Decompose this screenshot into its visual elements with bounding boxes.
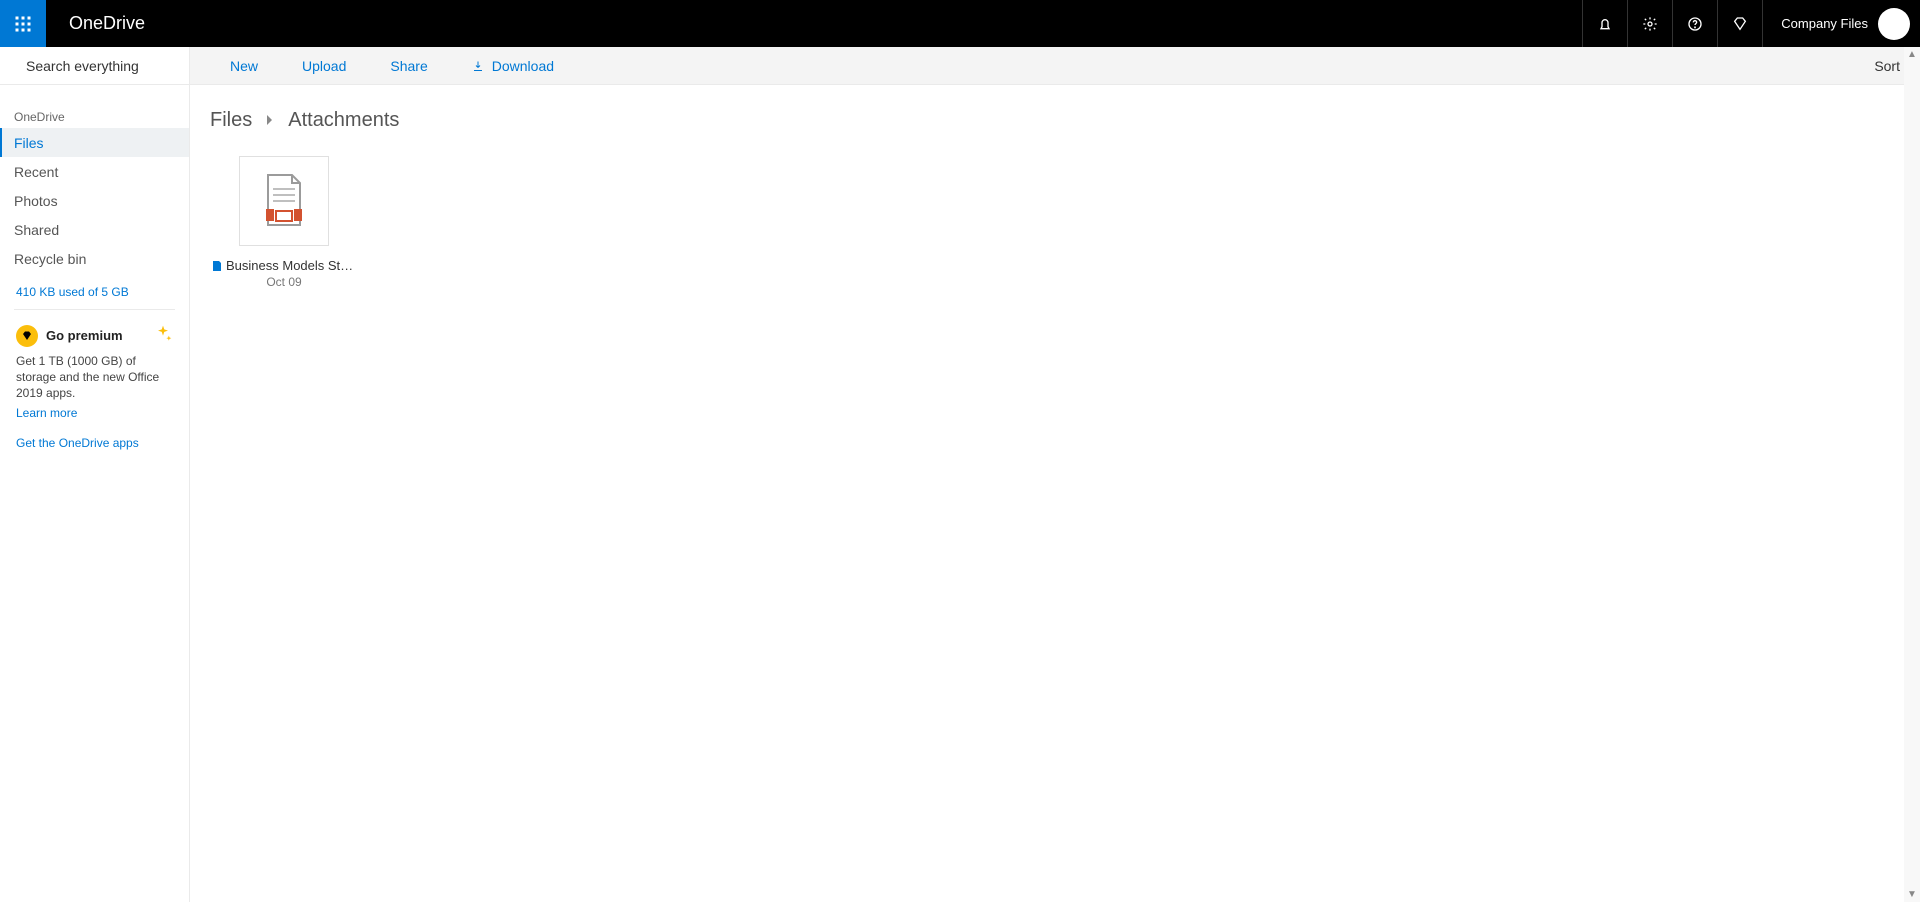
file-title-line: Business Models Strate… bbox=[210, 258, 358, 273]
upload-button[interactable]: Upload bbox=[302, 58, 346, 74]
account-label: Company Files bbox=[1781, 16, 1868, 31]
sidebar: OneDrive Files Recent Photos Shared Recy… bbox=[0, 47, 190, 902]
premium-diamond-icon bbox=[16, 325, 38, 347]
waffle-icon bbox=[14, 15, 32, 33]
sidebar-item-shared[interactable]: Shared bbox=[0, 215, 189, 244]
sidebar-item-label: Recent bbox=[14, 164, 58, 180]
share-label: Share bbox=[390, 58, 427, 74]
download-icon bbox=[472, 60, 484, 72]
file-name: Business Models Strate… bbox=[226, 258, 356, 273]
help-icon bbox=[1687, 16, 1703, 32]
body-area: OneDrive Files Recent Photos Shared Recy… bbox=[0, 47, 1920, 902]
notifications-button[interactable] bbox=[1582, 0, 1627, 47]
help-button[interactable] bbox=[1672, 0, 1717, 47]
search-input[interactable] bbox=[26, 58, 207, 74]
avatar bbox=[1878, 8, 1910, 40]
settings-button[interactable] bbox=[1627, 0, 1672, 47]
sidebar-item-files[interactable]: Files bbox=[0, 128, 189, 157]
sidebar-item-label: Shared bbox=[14, 222, 59, 238]
file-grid: Business Models Strate… Oct 09 bbox=[210, 156, 1900, 289]
new-button[interactable]: New bbox=[230, 58, 258, 74]
file-type-icon bbox=[212, 260, 222, 272]
get-apps-link[interactable]: Get the OneDrive apps bbox=[16, 436, 139, 450]
new-label: New bbox=[230, 58, 258, 74]
content-area: Files Attachments bbox=[190, 85, 1920, 902]
app-launcher-button[interactable] bbox=[0, 0, 47, 47]
scrollbar[interactable]: ▲ ▼ bbox=[1904, 47, 1920, 902]
sidebar-item-recycle-bin[interactable]: Recycle bin bbox=[0, 244, 189, 273]
breadcrumb-root[interactable]: Files bbox=[210, 109, 252, 132]
get-apps-row: Get the OneDrive apps bbox=[0, 430, 189, 452]
premium-learn-more-link[interactable]: Learn more bbox=[16, 406, 173, 420]
download-label: Download bbox=[492, 58, 554, 74]
top-bar: OneDrive Company Files bbox=[0, 0, 1920, 47]
sidebar-item-label: Files bbox=[14, 135, 44, 151]
bell-icon bbox=[1597, 16, 1613, 32]
file-date: Oct 09 bbox=[210, 275, 358, 289]
breadcrumb: Files Attachments bbox=[210, 109, 1900, 132]
share-button[interactable]: Share bbox=[390, 58, 427, 74]
premium-block: Go premium Get 1 TB (1000 GB) of storage… bbox=[0, 310, 189, 430]
breadcrumb-current: Attachments bbox=[288, 109, 399, 132]
scroll-down-icon[interactable]: ▼ bbox=[1907, 889, 1917, 900]
command-bar: New Upload Share Download Sort bbox=[190, 47, 1920, 85]
powerpoint-file-icon bbox=[260, 173, 308, 229]
premium-description: Get 1 TB (1000 GB) of storage and the ne… bbox=[16, 353, 173, 402]
app-title: OneDrive bbox=[47, 0, 167, 47]
top-bar-spacer bbox=[167, 0, 1582, 47]
upload-label: Upload bbox=[302, 58, 346, 74]
sidebar-item-label: Photos bbox=[14, 193, 58, 209]
scroll-up-icon[interactable]: ▲ bbox=[1907, 49, 1917, 60]
right-pane: New Upload Share Download Sort Files bbox=[190, 47, 1920, 902]
premium-heading: Go premium bbox=[16, 324, 173, 347]
sort-label: Sort bbox=[1874, 58, 1900, 74]
sparkle-icon bbox=[153, 324, 173, 347]
chevron-right-icon bbox=[266, 109, 274, 132]
sidebar-item-label: Recycle bin bbox=[14, 251, 86, 267]
download-button[interactable]: Download bbox=[472, 58, 554, 74]
storage-usage[interactable]: 410 KB used of 5 GB bbox=[14, 277, 175, 310]
diamond-icon bbox=[1732, 16, 1748, 32]
gear-icon bbox=[1642, 16, 1658, 32]
sidebar-item-recent[interactable]: Recent bbox=[0, 157, 189, 186]
file-thumbnail bbox=[239, 156, 329, 246]
sidebar-item-photos[interactable]: Photos bbox=[0, 186, 189, 215]
diamond-button[interactable] bbox=[1717, 0, 1762, 47]
premium-title: Go premium bbox=[46, 328, 123, 343]
account-button[interactable]: Company Files bbox=[1762, 0, 1920, 47]
search-row[interactable] bbox=[0, 47, 189, 85]
nav-section-label: OneDrive bbox=[0, 85, 189, 128]
file-tile[interactable]: Business Models Strate… Oct 09 bbox=[210, 156, 358, 289]
sort-button[interactable]: Sort bbox=[1874, 58, 1900, 74]
